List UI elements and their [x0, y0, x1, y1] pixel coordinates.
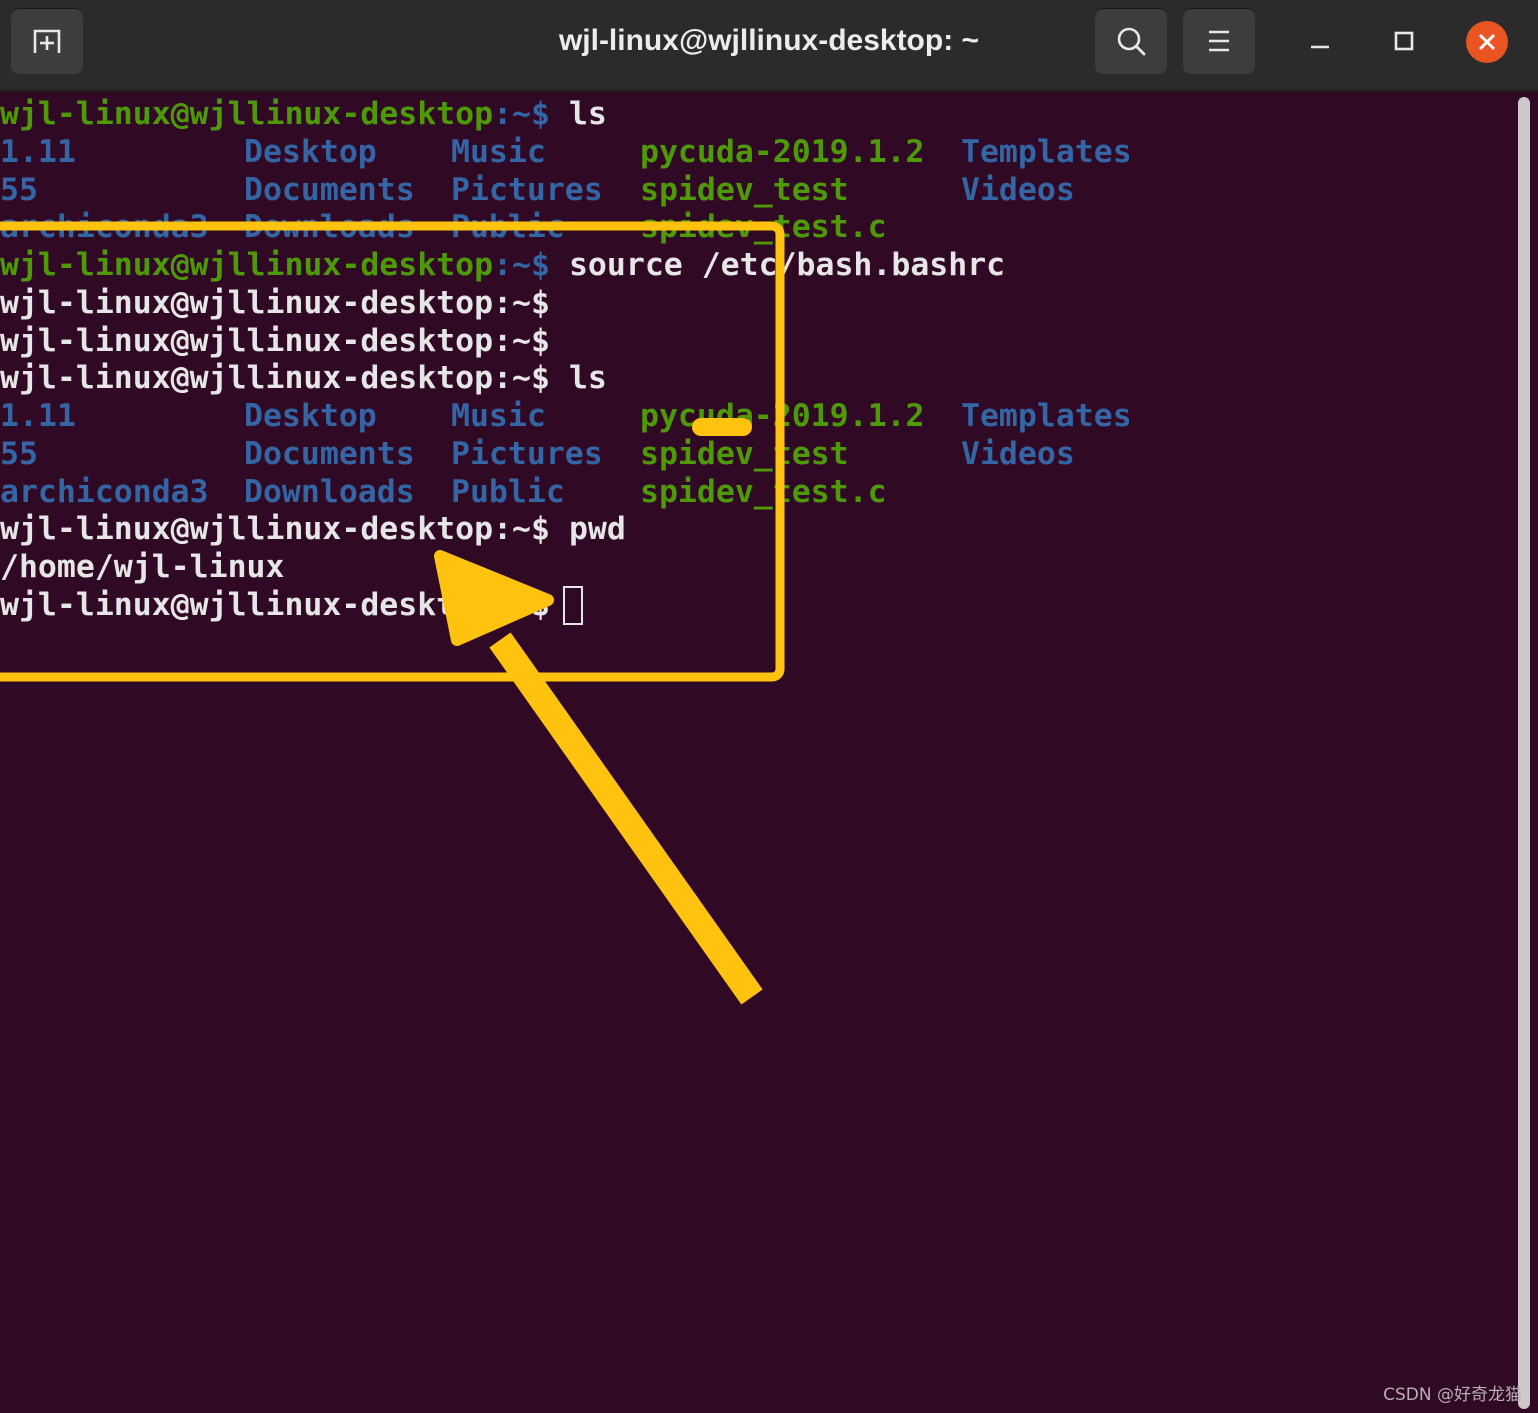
command-text: source /etc/bash.bashrc	[550, 247, 1006, 283]
directory-entry: Documents	[244, 435, 415, 472]
output-line: wjl-linux@wjllinux-desktop:~$ pwd	[0, 511, 626, 548]
directory-entry: Desktop	[244, 398, 377, 434]
directory-entry: Documents	[244, 171, 415, 208]
hamburger-menu-icon	[1209, 30, 1229, 52]
directory-entry: 1.11	[0, 133, 76, 170]
search-button[interactable]	[1095, 8, 1167, 74]
file-entry: pycuda-2019.1.2	[640, 398, 925, 434]
file-entry: pycuda-2019.1.2	[640, 133, 925, 170]
prompt-user: wjl-linux@wjllinux-desktop	[0, 96, 494, 132]
close-button[interactable]	[1465, 20, 1509, 64]
title-bar: wjl-linux@wjllinux-desktop: ~	[0, 0, 1538, 92]
minimize-icon	[1311, 45, 1329, 49]
directory-entry: archiconda3	[0, 209, 209, 246]
directory-entry: Videos	[961, 171, 1075, 208]
directory-entry: 55	[0, 171, 38, 208]
output-line: wjl-linux@wjllinux-desktop:~$	[0, 586, 569, 623]
prompt-user: wjl-linux@wjllinux-desktop	[0, 247, 494, 283]
directory-entry: Pictures	[451, 435, 603, 472]
directory-entry: Music	[451, 398, 546, 434]
directory-entry: Downloads	[244, 473, 415, 510]
watermark: CSDN @好奇龙猫	[1383, 1385, 1522, 1405]
maximize-icon	[1394, 31, 1414, 51]
directory-entry: Music	[451, 133, 546, 170]
prompt-suffix: :~$	[493, 96, 550, 132]
file-entry: spidev_test.c	[640, 209, 887, 246]
scrollbar[interactable]	[1518, 97, 1530, 1409]
output-line: wjl-linux@wjllinux-desktop:~$	[0, 322, 550, 359]
directory-entry: Pictures	[451, 171, 603, 208]
directory-entry: Templates	[961, 398, 1132, 434]
directory-entry: Public	[451, 209, 565, 246]
prompt-suffix: :~$	[493, 247, 550, 283]
directory-entry: 55	[0, 435, 38, 472]
directory-entry: Desktop	[244, 133, 377, 170]
prompt-line: wjl-linux@wjllinux-desktop:~$ source /et…	[0, 246, 1005, 284]
directory-entry: Public	[451, 473, 565, 510]
directory-entry: archiconda3	[0, 473, 209, 510]
minimize-button[interactable]	[1298, 20, 1342, 64]
file-entry: spidev_test	[640, 435, 849, 472]
directory-entry: Downloads	[244, 209, 415, 246]
directory-entry: 1.11	[0, 398, 76, 434]
directory-entry: Videos	[961, 435, 1075, 472]
output-line: wjl-linux@wjllinux-desktop:~$	[0, 284, 550, 321]
prompt-line: wjl-linux@wjllinux-desktop:~$ ls	[0, 95, 607, 133]
text-cursor	[563, 585, 583, 625]
maximize-button[interactable]	[1382, 20, 1426, 64]
output-line: wjl-linux@wjllinux-desktop:~$ ls	[0, 360, 607, 397]
menu-button[interactable]	[1183, 8, 1255, 74]
close-icon	[1466, 21, 1508, 63]
search-icon	[1117, 27, 1146, 56]
output-line: /home/wjl-linux	[0, 549, 285, 585]
directory-entry: Templates	[961, 133, 1132, 170]
command-text: ls	[550, 96, 607, 132]
file-entry: spidev_test.c	[640, 473, 887, 510]
file-entry: spidev_test	[640, 171, 849, 208]
terminal-view[interactable]: wjl-linux@wjllinux-desktop:~$ ls 1.11 Desk…	[0, 92, 1516, 1413]
